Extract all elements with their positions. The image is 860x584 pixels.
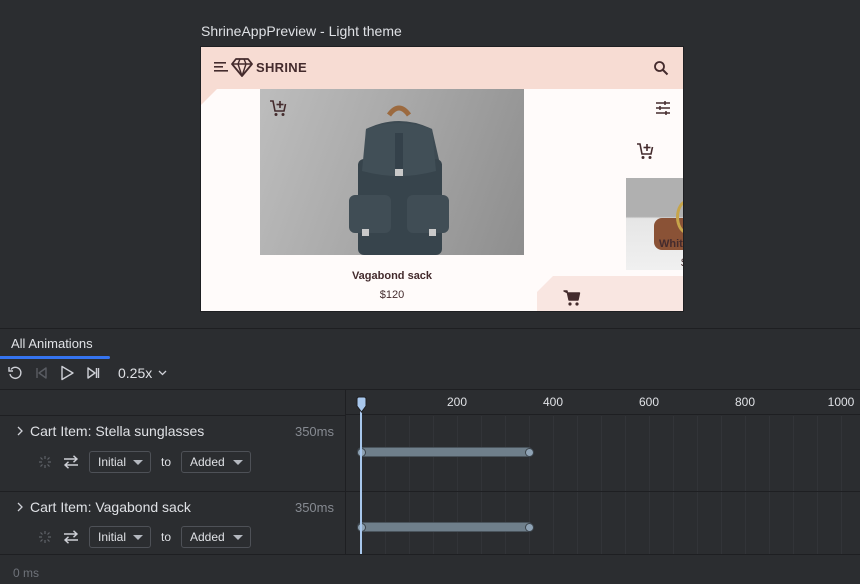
preview-area: ShrineAppPreview - Light theme SHRINE Va… (0, 0, 860, 328)
add-to-cart-icon[interactable] (636, 142, 654, 160)
playback-speed-dropdown[interactable]: 0.25x (118, 365, 152, 381)
to-label: to (161, 530, 172, 544)
timeline-gridline (817, 416, 818, 554)
to-state-value: Added (190, 455, 225, 469)
animation-duration: 350ms (294, 424, 334, 439)
timeline-area[interactable] (346, 416, 860, 554)
timeline-gridline (481, 416, 482, 554)
product-name: Vagabond sack (351, 270, 433, 282)
animation-title: Cart Item: Stella sunglasses (30, 423, 205, 439)
skip-back-icon (36, 367, 47, 379)
ruler-tick-label: 1000 (827, 395, 855, 409)
timeline-gridline (529, 416, 530, 554)
jump-to-start-button[interactable] (32, 364, 50, 382)
to-state-value: Added (190, 530, 225, 544)
timeline-gridline (673, 416, 674, 554)
animation-duration: 350ms (294, 500, 334, 515)
play-icon (61, 365, 74, 381)
playhead-handle[interactable] (356, 396, 367, 413)
filter-icon[interactable] (655, 100, 671, 116)
from-state-value: Initial (98, 455, 127, 469)
timeline-gridline (769, 416, 770, 554)
divider (346, 491, 860, 492)
timeline-gridline (841, 416, 842, 554)
expand-chevron-icon[interactable] (16, 426, 24, 436)
ruler-tick-label: 800 (734, 395, 756, 409)
caret-down-icon (133, 535, 143, 540)
caret-down-icon (233, 535, 243, 540)
expand-chevron-icon[interactable] (16, 502, 24, 512)
tab-all-animations[interactable]: All Animations (0, 329, 110, 359)
animation-list: Cart Item: Stella sunglasses 350ms Initi… (0, 390, 345, 554)
bar-end-handle[interactable] (524, 447, 534, 457)
backpack-image (349, 105, 449, 255)
timeline-gridline (697, 416, 698, 554)
timeline-gridline (721, 416, 722, 554)
app-bar: SHRINE (201, 47, 683, 89)
timeline-gridline (457, 416, 458, 554)
product-image-2[interactable] (626, 178, 683, 270)
shrine-logo-icon (231, 58, 253, 77)
playhead-line[interactable] (360, 404, 362, 554)
timeline-gridline (793, 416, 794, 554)
product-price-2: $ (681, 257, 683, 269)
timeline-gridline (577, 416, 578, 554)
tab-bar: All Animations (0, 329, 860, 359)
shopping-cart-icon[interactable] (563, 289, 581, 307)
freeze-icon[interactable] (38, 455, 52, 469)
status-footer: 0 ms (0, 555, 860, 584)
animation-row: Cart Item: Stella sunglasses 350ms Initi… (0, 416, 345, 491)
chevron-down-icon[interactable] (158, 370, 167, 376)
product-image[interactable] (260, 89, 524, 255)
swap-states-icon[interactable] (63, 455, 79, 469)
timeline-gridline (505, 416, 506, 554)
swap-states-icon[interactable] (63, 530, 79, 544)
restart-icon (8, 366, 22, 380)
timeline-gridline (625, 416, 626, 554)
ruler-tick-label: 400 (542, 395, 564, 409)
freeze-icon[interactable] (38, 530, 52, 544)
skip-forward-icon (87, 367, 100, 379)
animation-bar[interactable] (357, 447, 533, 457)
animation-bar[interactable] (357, 522, 533, 532)
timeline-gridline (385, 416, 386, 554)
cart-sheet[interactable] (537, 276, 683, 311)
from-state-dropdown[interactable]: Initial (89, 451, 151, 473)
device-preview: SHRINE Vagabond sack $120 Whit (200, 46, 684, 312)
brand-name: SHRINE (256, 60, 307, 75)
ruler-tick-label: 200 (446, 395, 468, 409)
product-name-2: White (659, 238, 683, 250)
animation-title: Cart Item: Vagabond sack (30, 499, 191, 515)
timeline-gridline (553, 416, 554, 554)
search-icon[interactable] (653, 60, 669, 76)
timeline-gridline (745, 416, 746, 554)
preview-title: ShrineAppPreview - Light theme (201, 23, 402, 39)
jump-to-end-button[interactable] (84, 364, 102, 382)
add-to-cart-icon[interactable] (269, 99, 287, 117)
ruler-tick-label: 600 (638, 395, 660, 409)
active-tab-indicator (0, 356, 110, 359)
to-label: to (161, 455, 172, 469)
timeline-gridline (409, 416, 410, 554)
timeline-ruler[interactable]: 0 200 400 600 800 1000 (346, 390, 860, 415)
restart-button[interactable] (6, 364, 24, 382)
to-state-dropdown[interactable]: Added (181, 526, 251, 548)
caret-down-icon (233, 460, 243, 465)
current-time: 0 ms (13, 566, 40, 580)
timeline-gridline (649, 416, 650, 554)
from-state-value: Initial (98, 530, 127, 544)
bar-end-handle[interactable] (524, 522, 534, 532)
to-state-dropdown[interactable]: Added (181, 451, 251, 473)
menu-icon[interactable] (214, 61, 228, 73)
caret-down-icon (133, 460, 143, 465)
product-price: $120 (379, 289, 405, 301)
from-state-dropdown[interactable]: Initial (89, 526, 151, 548)
play-button[interactable] (58, 364, 76, 382)
timeline-gridline (433, 416, 434, 554)
backdrop-notch (201, 89, 217, 105)
timeline-gridline (601, 416, 602, 554)
